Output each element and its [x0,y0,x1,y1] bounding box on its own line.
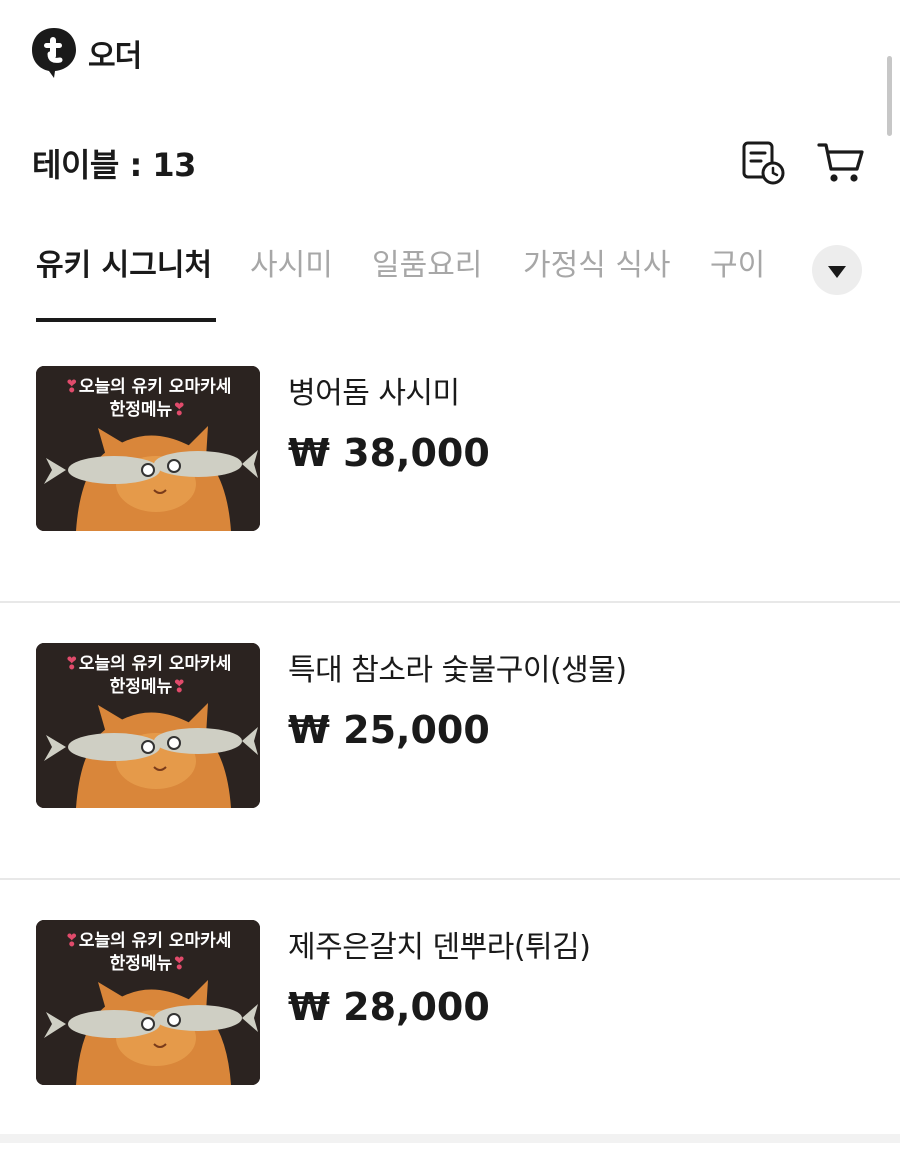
thumbnail-caption: ❣오늘의 유키 오마카세 한정메뉴❣ [64,654,232,697]
menu-item-name: 병어돔 사시미 [288,376,460,411]
thumbnail-caption: ❣오늘의 유키 오마카세 한정메뉴❣ [64,931,232,974]
cart-icon [817,143,864,182]
cart-button[interactable] [816,138,866,188]
brand-t-bubble-icon [32,28,76,78]
menu-item[interactable]: ❣오늘의 유키 오마카세 한정메뉴❣ 제주은갈치 덴뿌라(튀김) ₩ 28,00… [0,880,900,1155]
app-logo: 오더 [30,26,142,80]
active-tab-indicator [36,318,216,322]
category-expand-button[interactable] [812,245,862,295]
order-history-button[interactable] [738,138,788,188]
menu-item[interactable]: ❣오늘의 유키 오마카세 한정메뉴❣ 병어돔 사시미 ₩ 38,000 [0,326,900,603]
tab-grill[interactable]: 구이 [710,240,765,284]
menu-item-name: 제주은갈치 덴뿌라(튀김) [288,930,591,965]
app-logo-text: 오더 [88,39,142,74]
menu-item-name: 특대 참소라 숯불구이(생물) [288,653,627,688]
chevron-down-icon [828,265,846,278]
menu-item[interactable]: ❣오늘의 유키 오마카세 한정메뉴❣ 특대 참소라 숯불구이(생물) ₩ 25,… [0,603,900,880]
menu-list: ❣오늘의 유키 오마카세 한정메뉴❣ 병어돔 사시미 ₩ 38,000 ❣오늘의… [0,326,900,1155]
menu-item-price: ₩ 25,000 [288,708,490,752]
table-number-label: 테이블 : 13 [32,146,196,184]
tab-sashimi[interactable]: 사시미 [250,240,333,284]
category-tabs: 유키 시그니처 사시미 일품요리 가정식 식사 구이 [36,240,876,324]
bottom-divider [0,1134,900,1143]
menu-item-price: ₩ 28,000 [288,985,490,1029]
menu-item-thumbnail: ❣오늘의 유키 오마카세 한정메뉴❣ [36,366,260,531]
menu-item-thumbnail: ❣오늘의 유키 오마카세 한정메뉴❣ [36,643,260,808]
menu-item-price: ₩ 38,000 [288,431,490,475]
menu-item-thumbnail: ❣오늘의 유키 오마카세 한정메뉴❣ [36,920,260,1085]
tab-ilpum-yori[interactable]: 일품요리 [372,240,482,284]
tab-home-style-meal[interactable]: 가정식 식사 [523,240,671,284]
thumbnail-caption: ❣오늘의 유키 오마카세 한정메뉴❣ [64,377,232,420]
tab-yuki-signature[interactable]: 유키 시그니처 [36,240,212,284]
receipt-clock-icon [742,141,785,185]
scrollbar[interactable] [887,56,892,136]
